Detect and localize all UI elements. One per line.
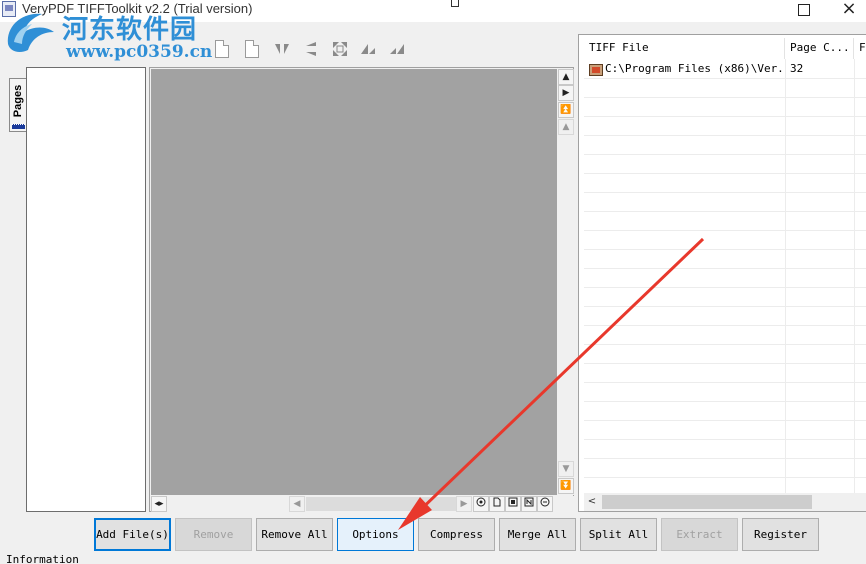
minimize-button[interactable]	[448, 0, 462, 8]
grid-column-line	[854, 59, 855, 493]
rotate-left-icon[interactable]	[357, 38, 379, 60]
horizontal-scrollbar[interactable]: ◂▸ ◀ ▶	[151, 496, 574, 512]
tab-pages-label: Pages	[12, 84, 24, 118]
scroll-up-small-button[interactable]: ▲	[558, 119, 574, 135]
close-button[interactable]: ×	[840, 0, 858, 19]
thumbnail-pane[interactable]	[26, 67, 146, 512]
grid-row-line	[584, 344, 866, 345]
column-header-f[interactable]: F	[854, 37, 866, 59]
grid-row-line	[584, 192, 866, 193]
grid-row-line	[584, 173, 866, 174]
file-list-horizontal-scrollbar[interactable]: <	[584, 493, 866, 511]
grid-row-line	[584, 325, 866, 326]
options-button[interactable]: Options	[337, 518, 414, 551]
add-files-button[interactable]: Add File(s)	[94, 518, 171, 551]
flip-vertical-icon[interactable]	[300, 38, 322, 60]
scroll-up-button[interactable]: ▲	[558, 69, 574, 85]
page-icon[interactable]	[211, 38, 233, 60]
tab-pages[interactable]: Pages	[9, 78, 26, 132]
zoom-out-icon[interactable]	[537, 496, 553, 512]
grid-row-line	[584, 116, 866, 117]
merge-all-button[interactable]: Merge All	[499, 518, 576, 551]
next-page-button[interactable]: ▶	[558, 85, 574, 101]
file-path-cell: C:\Program Files (x86)\Ver...	[605, 62, 783, 75]
last-page-button[interactable]: ⏬	[558, 478, 574, 494]
grid-row-line	[584, 78, 866, 79]
tab-pages-indicator	[12, 124, 25, 129]
grid-row-line	[584, 458, 866, 459]
grid-row-line	[584, 268, 866, 269]
grid-row-line	[584, 401, 866, 402]
remove-button[interactable]: Remove	[175, 518, 252, 551]
page-viewer: ▲ ▶ ⏫ ▲ ▼ ⏬ ◂▸ ◀ ▶	[149, 67, 574, 512]
maximize-button[interactable]	[798, 4, 810, 16]
toolbar	[0, 24, 576, 66]
rotate-right-icon[interactable]	[386, 38, 408, 60]
zoom-in-icon[interactable]	[473, 496, 489, 512]
flip-horizontal-icon[interactable]	[271, 38, 293, 60]
fit-width-button[interactable]: ◂▸	[151, 496, 167, 512]
grid-row-line	[584, 287, 866, 288]
page-count-cell: 32	[790, 62, 804, 75]
grid-row-line	[584, 135, 866, 136]
actual-size-icon[interactable]	[489, 496, 505, 512]
tiff-file-icon	[589, 64, 603, 76]
grid-row-line	[584, 363, 866, 364]
column-header-tiff-file[interactable]: TIFF File	[584, 37, 784, 59]
fit-page-icon[interactable]	[505, 496, 521, 512]
vertical-scrollbar[interactable]: ▲ ▶ ⏫ ▲ ▼ ⏬	[558, 69, 574, 495]
file-list-scroll-thumb[interactable]	[602, 495, 812, 509]
file-list[interactable]: TIFF File Page C... F C:\Program Files (…	[584, 35, 866, 493]
horizontal-scroll-thumb[interactable]	[306, 497, 456, 511]
grid-row-line	[584, 249, 866, 250]
grid-column-line	[785, 59, 786, 493]
grid-row-line	[584, 420, 866, 421]
scroll-left-button[interactable]: <	[584, 493, 600, 511]
extract-button[interactable]: Extract	[661, 518, 738, 551]
compress-button[interactable]: Compress	[418, 518, 495, 551]
rotate-icon[interactable]	[329, 38, 351, 60]
information-label: Information	[6, 553, 79, 564]
scroll-right-button[interactable]: ▶	[456, 496, 472, 512]
grid-row-line	[584, 211, 866, 212]
split-all-button[interactable]: Split All	[580, 518, 657, 551]
grid-row-line	[584, 477, 866, 478]
grid-row-line	[584, 154, 866, 155]
page-icon[interactable]	[241, 38, 263, 60]
first-page-button[interactable]: ⏫	[558, 102, 574, 118]
page-canvas[interactable]	[151, 69, 557, 495]
grid-row-line	[584, 439, 866, 440]
column-header-page-count[interactable]: Page C...	[785, 37, 853, 59]
fit-window-icon[interactable]	[521, 496, 537, 512]
grid-row-line	[584, 97, 866, 98]
scroll-down-button[interactable]: ▼	[558, 461, 574, 477]
register-button[interactable]: Register	[742, 518, 819, 551]
grid-row-line	[584, 382, 866, 383]
grid-row-line	[584, 230, 866, 231]
grid-row-line	[584, 306, 866, 307]
file-list-pane: TIFF File Page C... F C:\Program Files (…	[578, 34, 866, 512]
remove-all-button[interactable]: Remove All	[256, 518, 333, 551]
scroll-left-button[interactable]: ◀	[289, 496, 305, 512]
